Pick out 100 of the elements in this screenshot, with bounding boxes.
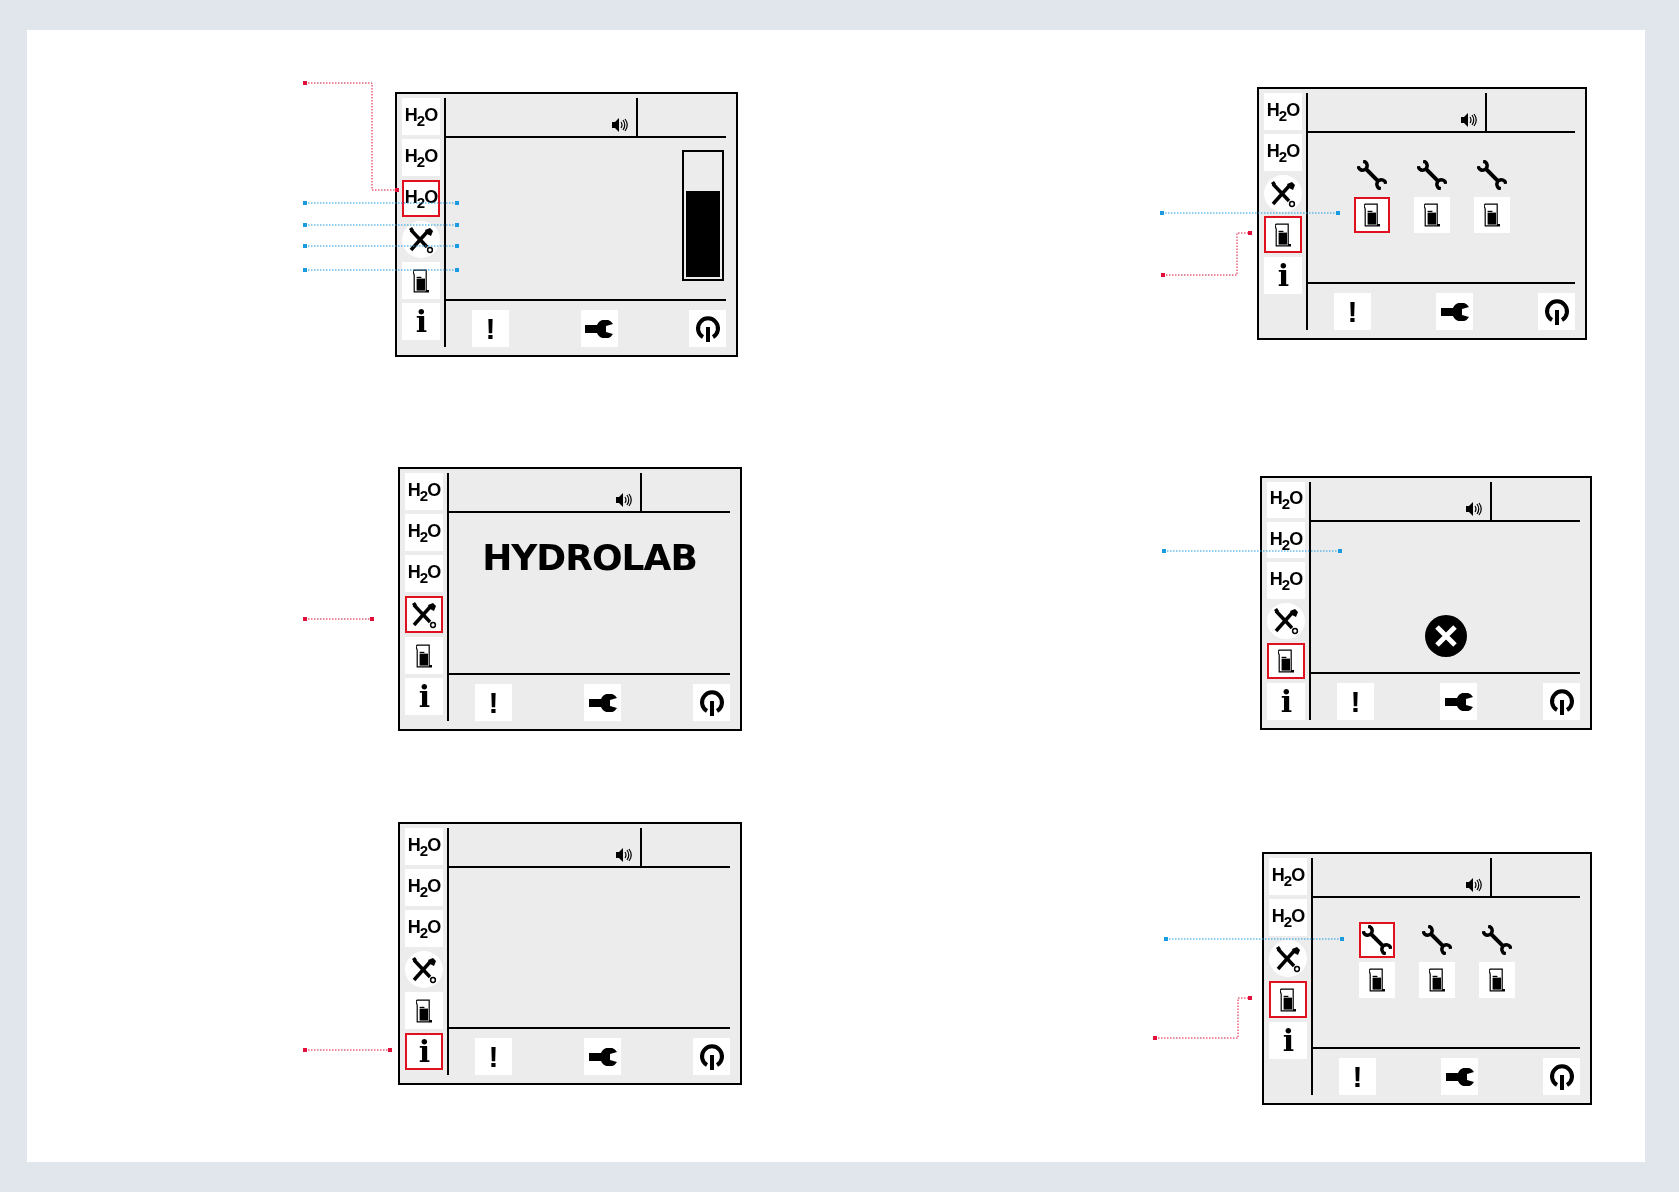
service-button[interactable] (1441, 1058, 1478, 1095)
h2o-tab[interactable]: H$_{2}$O (402, 98, 440, 135)
power-icon (1548, 1062, 1575, 1091)
tools-tab[interactable] (1264, 175, 1302, 212)
beaker-icon (412, 268, 430, 293)
info-tab[interactable]: i (405, 1033, 443, 1070)
power-icon (698, 688, 725, 717)
wrench-option[interactable] (1419, 922, 1455, 958)
beaker-icon (1279, 987, 1297, 1012)
speaker-icon (612, 118, 628, 132)
info-tab[interactable]: i (1267, 683, 1305, 720)
beaker-tab[interactable] (402, 262, 440, 299)
beaker-tab[interactable] (405, 992, 443, 1029)
beaker-tab[interactable] (405, 637, 443, 674)
tools-icon (1269, 179, 1297, 208)
service-button[interactable] (1436, 293, 1473, 330)
service-button[interactable] (1440, 683, 1477, 720)
speaker-icon (1466, 502, 1482, 516)
tools-icon (410, 955, 438, 984)
beaker-option[interactable] (1414, 197, 1450, 233)
power-button[interactable] (693, 1038, 730, 1075)
wrench-icon (1362, 925, 1392, 955)
info-tab[interactable]: i (1264, 257, 1302, 294)
tools-tab[interactable] (405, 951, 443, 988)
wrench-icon (1357, 160, 1387, 190)
beaker-tab[interactable] (1264, 216, 1302, 253)
speaker-icon (1466, 878, 1482, 892)
power-button[interactable] (689, 310, 726, 347)
tools-tab[interactable] (405, 596, 443, 633)
h2o-tab[interactable]: H$_{2}$O (1264, 134, 1302, 171)
h2o-tab[interactable]: H$_{2}$O (1264, 93, 1302, 130)
h2o-tab[interactable]: H$_{2}$O (402, 139, 440, 176)
power-icon (1543, 297, 1570, 326)
wrench-option[interactable] (1414, 157, 1450, 193)
power-icon (694, 314, 721, 343)
beaker-option[interactable] (1479, 962, 1515, 998)
h2o-tab[interactable]: H$_{2}$O (405, 828, 443, 865)
error-icon (1423, 614, 1468, 658)
beaker-icon (1277, 648, 1295, 673)
beaker-tab[interactable] (1269, 981, 1307, 1018)
tools-icon (1274, 944, 1302, 973)
power-button[interactable] (1538, 293, 1575, 330)
wrench-option[interactable] (1479, 922, 1515, 958)
power-button[interactable] (1543, 683, 1580, 720)
wrench-option[interactable] (1474, 157, 1510, 193)
h2o-tab[interactable]: H$_{2}$O (1267, 482, 1305, 519)
alert-button[interactable]: ! (1334, 293, 1371, 330)
beaker-icon (1363, 203, 1381, 227)
beaker-option[interactable] (1419, 962, 1455, 998)
speaker-icon (616, 848, 632, 862)
service-button[interactable] (584, 1038, 621, 1075)
wrench-icon (588, 693, 617, 712)
beaker-option[interactable] (1354, 197, 1390, 233)
tools-tab[interactable] (1269, 940, 1307, 977)
h2o-tab[interactable]: H$_{2}$O (405, 555, 443, 592)
h2o-tab[interactable]: H$_{2}$O (405, 910, 443, 947)
h2o-tab[interactable]: H$_{2}$O (405, 869, 443, 906)
h2o-tab[interactable]: H$_{2}$O (405, 514, 443, 551)
tools-tab[interactable] (1267, 602, 1305, 639)
h2o-tab[interactable]: H$_{2}$O (1267, 562, 1305, 599)
beaker-icon (1428, 968, 1446, 992)
tools-icon (410, 600, 438, 629)
wrench-icon (1417, 160, 1447, 190)
beaker-icon (1488, 968, 1506, 992)
wrench-icon (1422, 925, 1452, 955)
h2o-tab[interactable]: H$_{2}$O (1267, 522, 1305, 559)
info-tab[interactable]: i (1269, 1022, 1307, 1059)
wrench-option[interactable] (1359, 922, 1395, 958)
beaker-icon (415, 998, 433, 1023)
tools-tab[interactable] (402, 221, 440, 258)
h2o-tab[interactable]: H$_{2}$O (405, 473, 443, 510)
brand-logo: HYDROLAB (482, 537, 697, 578)
info-tab[interactable]: i (405, 678, 443, 715)
wrench-option[interactable] (1354, 157, 1390, 193)
wrench-icon (1482, 925, 1512, 955)
alert-button[interactable]: ! (475, 684, 512, 721)
leader-line (303, 617, 374, 621)
beaker-icon (1423, 203, 1441, 227)
tools-icon (407, 225, 435, 254)
speaker-icon (1461, 113, 1477, 127)
h2o-tab[interactable]: H$_{2}$O (402, 180, 440, 217)
power-button[interactable] (693, 684, 730, 721)
beaker-option[interactable] (1474, 197, 1510, 233)
wrench-icon (585, 319, 613, 338)
power-button[interactable] (1543, 1058, 1580, 1095)
alert-button[interactable]: ! (475, 1038, 512, 1075)
power-icon (698, 1042, 725, 1071)
wrench-icon (1445, 1067, 1474, 1086)
alert-button[interactable]: ! (1339, 1058, 1376, 1095)
wrench-icon (1477, 160, 1507, 190)
alert-button[interactable]: ! (1337, 683, 1374, 720)
service-button[interactable] (580, 310, 618, 347)
service-button[interactable] (584, 684, 621, 721)
beaker-tab[interactable] (1267, 642, 1305, 679)
beaker-icon (1368, 968, 1386, 992)
info-tab[interactable]: i (402, 303, 440, 340)
alert-button[interactable]: ! (472, 310, 509, 347)
beaker-option[interactable] (1359, 962, 1395, 998)
h2o-tab[interactable]: H$_{2}$O (1269, 858, 1307, 895)
h2o-tab[interactable]: H$_{2}$O (1269, 899, 1307, 936)
